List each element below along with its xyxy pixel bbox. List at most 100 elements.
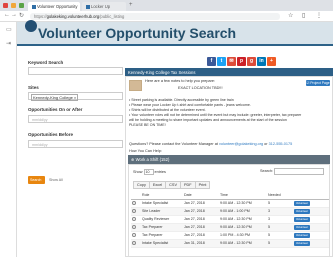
note-line: • Street parking is available. Directly … [129, 98, 234, 102]
work-shift-toggle[interactable]: ⊕ Work a Shift (152) [128, 155, 330, 164]
entries-select[interactable]: 10 [143, 169, 154, 175]
column-header[interactable]: Time [219, 192, 267, 200]
needed-cell: 3 [267, 215, 293, 224]
column-header[interactable]: Date [183, 192, 219, 200]
tab-volunteer-opportunity[interactable]: Volunteer Opportunity [28, 2, 80, 11]
bookmark-icon[interactable]: ▯ [302, 12, 305, 19]
radio-icon[interactable] [132, 209, 136, 214]
note-line: • Shirts will be distributed at the volu… [129, 108, 206, 112]
column-header[interactable]: Role [141, 192, 183, 200]
export-buttons: Copy Excel CSV PDF Print [133, 181, 211, 189]
new-tab-button[interactable]: + [129, 2, 133, 8]
exact-location-note: EXACT LOCATION TBD!!! [178, 86, 223, 90]
volunteer-button[interactable]: Volunteer [294, 232, 310, 238]
tab-locker-up[interactable]: Locker Up [82, 2, 126, 11]
intro-text: Here are a few notes to help you prepare… [145, 79, 216, 83]
radio-icon[interactable] [132, 225, 136, 230]
contact-email-link[interactable]: volunteer@golakeking.org [219, 142, 263, 146]
row-select[interactable] [131, 207, 141, 216]
filter-sidebar: Keyword Search Sites Kennedy-King Colleg… [17, 46, 125, 257]
shift-table: Role Date Time Needed Intake Specialist J… [131, 192, 329, 248]
volunteer-button[interactable]: Volunteer [294, 216, 310, 222]
note-line: • Your volunteer roles will not be deter… [129, 113, 302, 117]
table-search-label: Search: [260, 169, 274, 173]
column-header[interactable]: Needed [267, 192, 293, 200]
row-select[interactable] [131, 199, 141, 208]
radio-icon[interactable] [132, 217, 136, 222]
copy-button[interactable]: Copy [133, 181, 150, 189]
entries-control: Show 10 entries [133, 169, 166, 175]
needed-cell: 5 [267, 231, 293, 240]
main-content: f t ✉ p g in + Kennedy-King College Tax Sessio… [125, 46, 333, 257]
site-chip[interactable]: Kennedy-King College × [31, 94, 79, 101]
needed-cell: 3 [267, 207, 293, 216]
shift-table-panel: Show 10 entries Search: Copy Excel CSV PDF… [128, 164, 330, 257]
tab-list-icon[interactable]: ▭ [6, 26, 12, 33]
site-favicon-icon [32, 4, 36, 9]
table-row: Quality Reviewer Jan 27, 2018 9:00 AM - 12… [131, 215, 329, 224]
radio-icon[interactable] [132, 233, 136, 238]
search-button[interactable]: Search [28, 176, 45, 184]
note-line: • Please wear your Locker Up t-shirt and… [129, 103, 251, 107]
column-header [293, 192, 329, 200]
star-icon[interactable]: ☆ [288, 12, 293, 19]
site-header: Volunteer Opportunity Search [17, 20, 333, 44]
forward-icon[interactable]: → [11, 12, 17, 18]
google-icon[interactable]: g [247, 57, 256, 66]
show-all-link[interactable]: Show All [49, 178, 63, 182]
print-button[interactable]: Print [194, 181, 211, 189]
role-cell: Tax Preparer [141, 223, 183, 232]
on-after-label: Opportunities On or After [28, 107, 83, 112]
action-cell: Volunteer [293, 207, 329, 216]
time-cell: 9:00 AM - 12:30 PM [219, 223, 267, 232]
sites-select[interactable]: Kennedy-King College × [28, 92, 123, 101]
linkedin-icon[interactable]: in [257, 57, 266, 66]
exit-icon[interactable]: ⇥ [6, 40, 11, 47]
volunteer-button[interactable]: Volunteer [294, 224, 310, 230]
row-select[interactable] [131, 223, 141, 232]
email-icon[interactable]: ✉ [227, 57, 236, 66]
keyword-input[interactable] [28, 67, 123, 75]
keyword-label: Keyword Search [28, 60, 64, 65]
window-controls[interactable] [3, 3, 24, 8]
table-row: Tax Preparer Jan 27, 2018 1:00 PM - 4:30 P… [131, 231, 329, 240]
menu-icon[interactable]: ⋮ [316, 12, 322, 19]
facebook-icon[interactable]: f [207, 57, 216, 66]
opportunity-thumbnail [129, 80, 142, 91]
back-icon[interactable]: ← [4, 12, 10, 18]
contact-phone-link[interactable]: 312-555-0175 [269, 142, 293, 146]
table-row: Tax Preparer Jan 27, 2018 9:00 AM - 12:30 … [131, 223, 329, 232]
table-search-input[interactable] [274, 168, 324, 175]
twitter-icon[interactable]: t [217, 57, 226, 66]
volunteer-button[interactable]: Volunteer [294, 240, 310, 246]
opportunity-panel: Here are a few notes to help you prepare… [125, 76, 333, 257]
on-after-input[interactable]: mm/dd/yy [28, 115, 123, 123]
table-row: Site Leader Jan 27, 2018 9:00 AM - 1:00 PM… [131, 207, 329, 216]
pdf-button[interactable]: PDF [179, 181, 196, 189]
action-cell: Volunteer [293, 215, 329, 224]
reload-icon[interactable]: ↻ [19, 12, 24, 19]
project-page-button[interactable]: ☑ Project Page [306, 80, 330, 86]
date-cell: Jan 27, 2018 [183, 207, 219, 216]
date-cell: Jan 27, 2018 [183, 215, 219, 224]
volunteer-button[interactable]: Volunteer [294, 200, 310, 206]
share-icon[interactable]: + [267, 57, 276, 66]
table-header-row: Role Date Time Needed [131, 192, 329, 200]
row-select[interactable] [131, 215, 141, 224]
before-input[interactable]: mm/dd/yy [28, 140, 123, 148]
role-cell: Site Leader [141, 207, 183, 216]
pinterest-icon[interactable]: p [237, 57, 246, 66]
url-input[interactable]: https://golakeking.volunteerhub.org/publ… [30, 13, 280, 20]
excel-button[interactable]: Excel [148, 181, 167, 189]
note-line: will be holding a meeting to share impor… [129, 118, 287, 122]
time-cell: 9:00 AM - 12:30 PM [219, 215, 267, 224]
radio-icon[interactable] [132, 201, 136, 206]
volunteer-button[interactable]: Volunteer [294, 208, 310, 214]
csv-button[interactable]: CSV [165, 181, 181, 189]
row-select[interactable] [131, 231, 141, 240]
radio-icon[interactable] [132, 241, 136, 246]
row-select[interactable] [131, 239, 141, 248]
needed-cell: 5 [267, 199, 293, 208]
time-cell: 1:00 PM - 4:30 PM [219, 231, 267, 240]
action-cell: Volunteer [293, 199, 329, 208]
